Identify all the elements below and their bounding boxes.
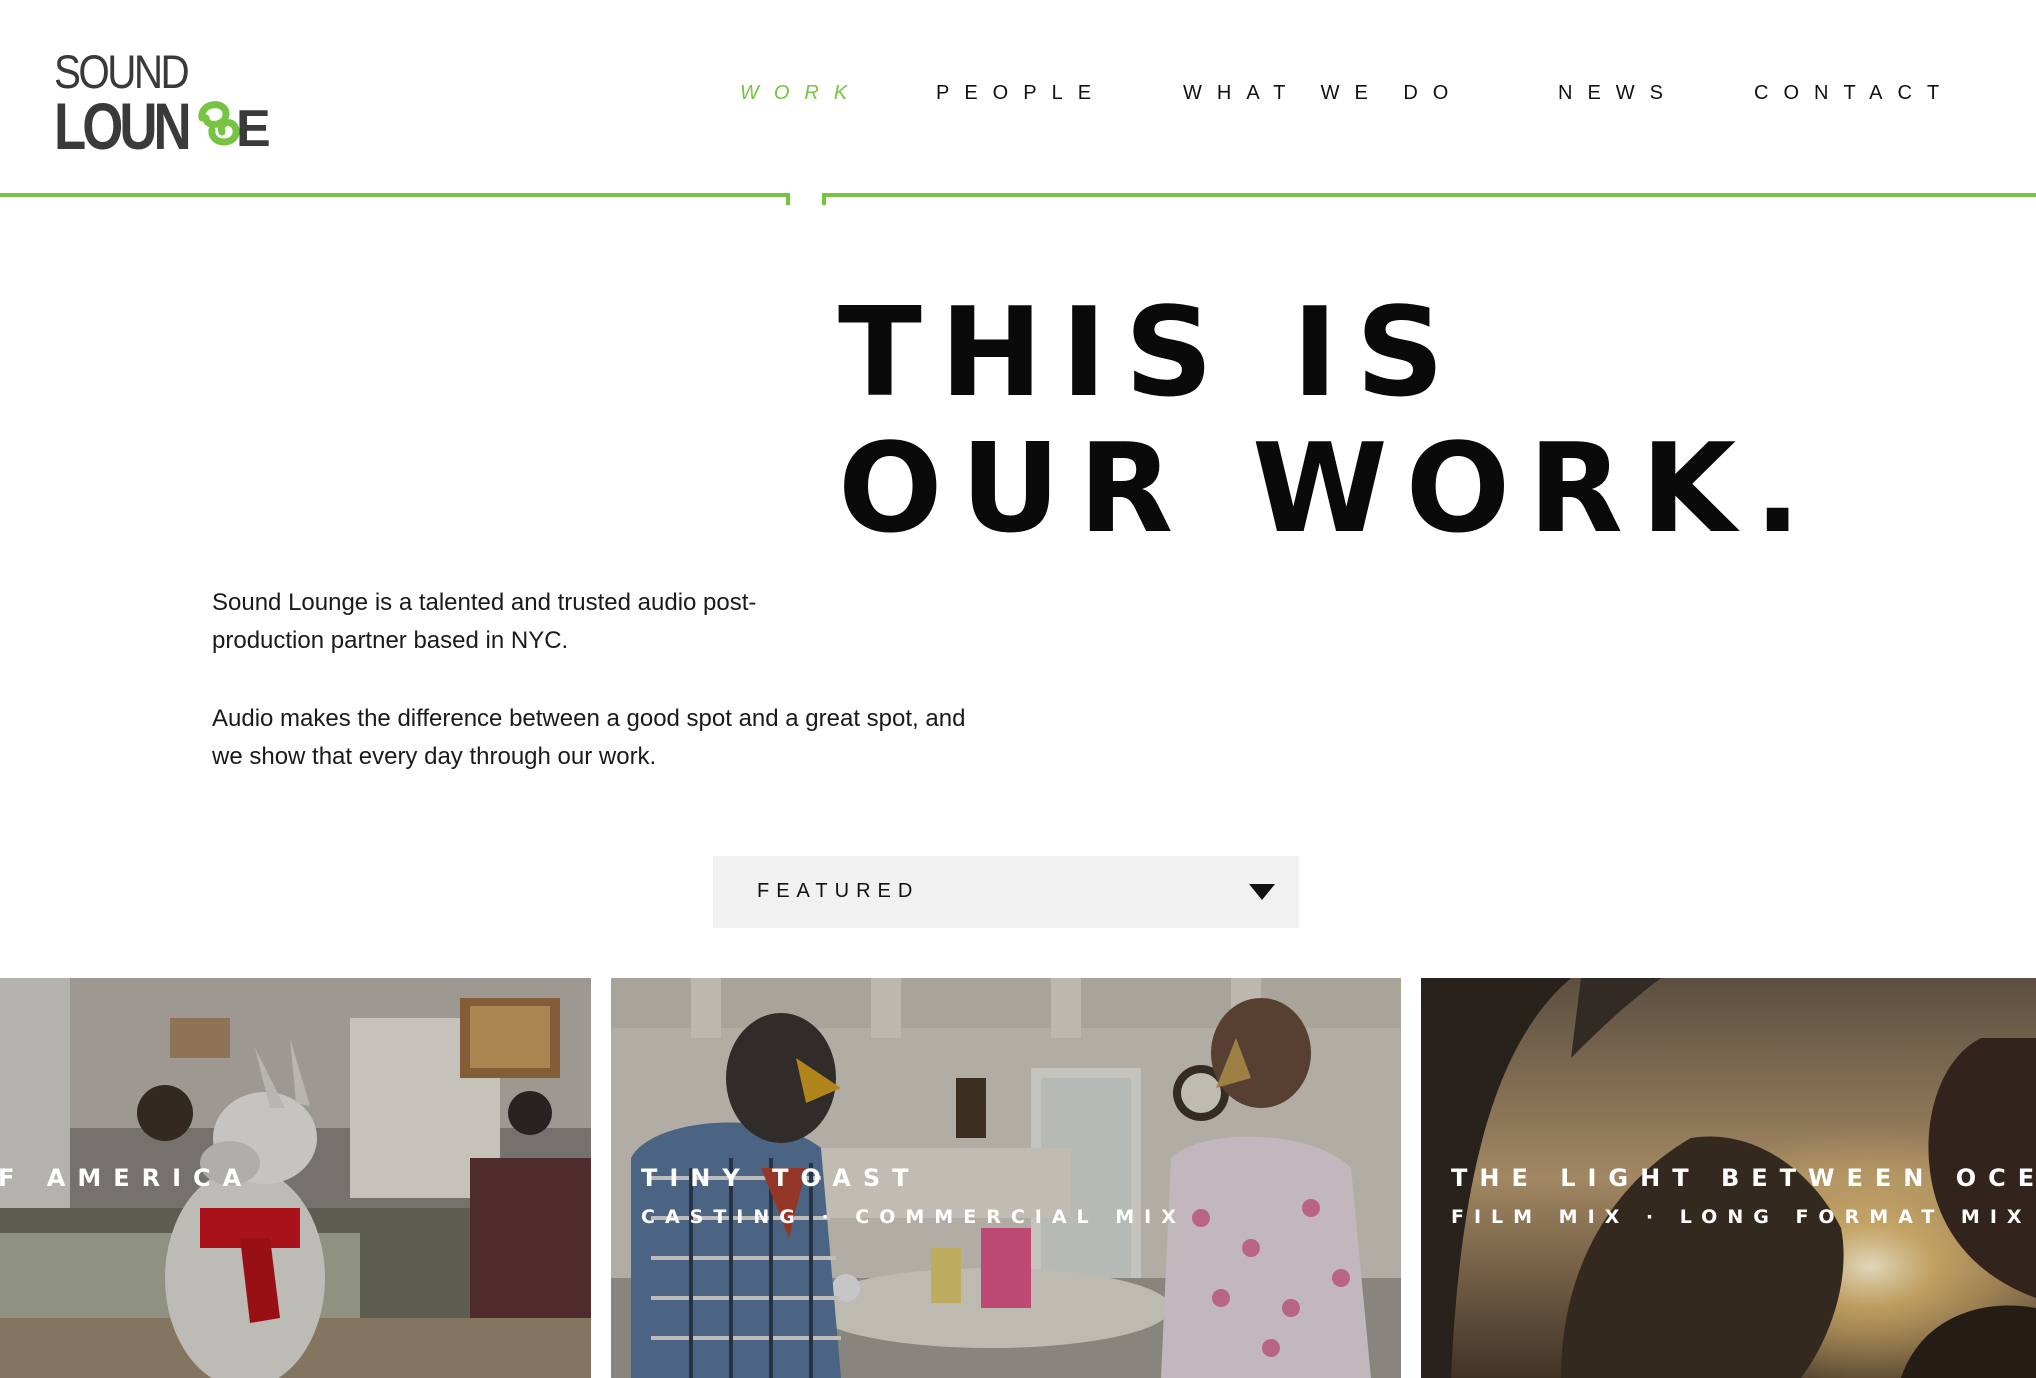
header-divider-right	[822, 193, 2036, 197]
work-filter-dropdown[interactable]: FEATURED	[713, 856, 1299, 928]
work-tile-2[interactable]: TINY TOAST CASTING · COMMERCIAL MIX	[611, 978, 1401, 1378]
nav-news[interactable]: NEWS	[1558, 82, 1678, 105]
tile-3-title: THE LIGHT BETWEEN OCE	[1451, 1164, 2036, 1192]
tile-3-subtitle: FILM MIX · LONG FORMAT MIX	[1451, 1206, 2032, 1228]
intro-text: Sound Lounge is a talented and trusted a…	[212, 584, 992, 816]
nav-work[interactable]: WORK	[740, 82, 862, 105]
page-title-line2: OUR WORK.	[838, 418, 1819, 561]
nav-people[interactable]: PEOPLE	[936, 82, 1106, 105]
nav-what-we-do[interactable]: WHAT WE DO	[1183, 82, 1463, 105]
triangle-down-icon	[1249, 884, 1275, 900]
tile-1-title: F AMERICA	[0, 1164, 254, 1192]
work-tile-1[interactable]: F AMERICA	[0, 978, 591, 1378]
intro-paragraph-1: Sound Lounge is a talented and trusted a…	[212, 589, 757, 654]
nav-contact[interactable]: CONTACT	[1754, 82, 1954, 105]
page-title: THIS IS OUR WORK.	[838, 286, 1819, 558]
tile-2-title: TINY TOAST	[641, 1164, 921, 1192]
intro-paragraph-2: Audio makes the difference between a goo…	[212, 705, 966, 770]
header-divider-right-tick	[822, 193, 826, 205]
header-divider-left-tick	[786, 193, 790, 205]
tile-2-subtitle: CASTING · COMMERCIAL MIX	[641, 1206, 1186, 1228]
page-title-line1: THIS IS	[838, 282, 1463, 425]
filter-selected-label: FEATURED	[757, 880, 920, 902]
work-tile-3[interactable]: THE LIGHT BETWEEN OCE FILM MIX · LONG FO…	[1421, 978, 2036, 1378]
header-divider-left	[0, 193, 789, 197]
main-nav: WORK PEOPLE WHAT WE DO NEWS CONTACT	[0, 82, 2036, 112]
